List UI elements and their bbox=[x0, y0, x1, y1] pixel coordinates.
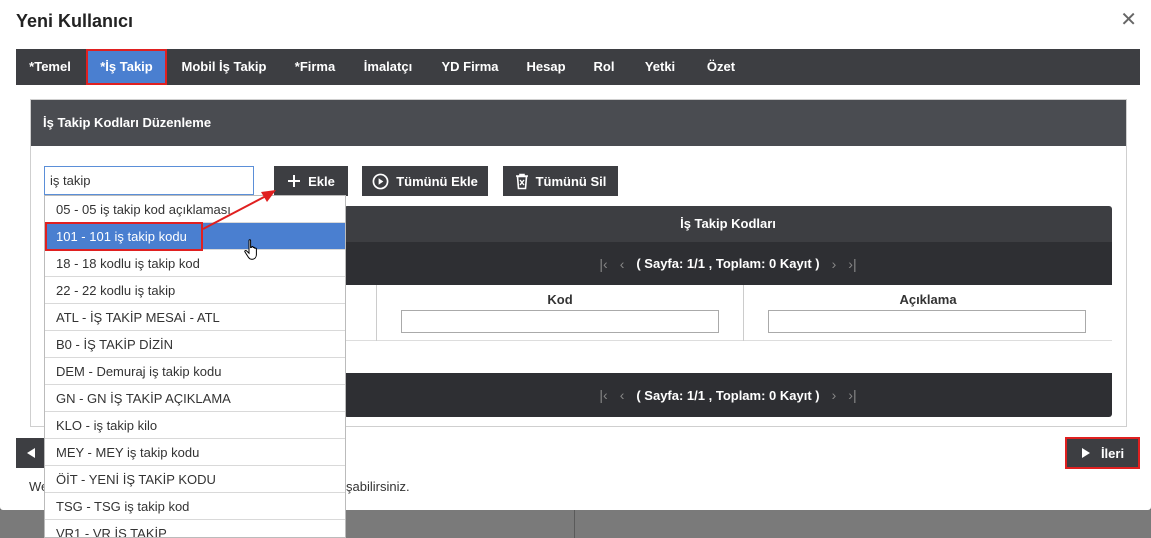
add-all-button-label: Tümünü Ekle bbox=[396, 173, 478, 189]
kod-filter-input[interactable] bbox=[401, 310, 719, 333]
remove-all-button[interactable]: Tümünü Sil bbox=[503, 166, 618, 196]
dialog-title: Yeni Kullanıcı bbox=[16, 11, 134, 31]
grid-title: İş Takip Kodları bbox=[344, 206, 1112, 242]
first-page-icon[interactable]: |‹ bbox=[599, 256, 607, 272]
tab-yd-firma[interactable]: YD Firma bbox=[430, 49, 510, 85]
tab-rol[interactable]: Rol bbox=[582, 49, 626, 85]
tab-yetki[interactable]: Yetki bbox=[634, 49, 686, 85]
dropdown-option[interactable]: KLO - iş takip kilo bbox=[45, 412, 345, 439]
dropdown-option[interactable]: 05 - 05 iş takip kod açıklaması bbox=[45, 196, 345, 223]
dropdown-option[interactable]: VR1 - VR İŞ TAKİP bbox=[45, 520, 345, 537]
panel-title: İş Takip Kodları Düzenleme bbox=[31, 100, 1126, 146]
add-all-button[interactable]: Tümünü Ekle bbox=[362, 166, 488, 196]
dropdown-option[interactable]: GN - GN İŞ TAKİP AÇIKLAMA bbox=[45, 385, 345, 412]
tab-firma[interactable]: *Firma bbox=[284, 49, 346, 85]
dropdown-option[interactable]: B0 - İŞ TAKİP DİZİN bbox=[45, 331, 345, 358]
column-kod-label: Kod bbox=[547, 292, 573, 307]
grid-header-row: Kod Açıklama bbox=[344, 285, 1112, 341]
dropdown-option[interactable]: 22 - 22 kodlu iş takip bbox=[45, 277, 345, 304]
first-page-icon[interactable]: |‹ bbox=[599, 387, 607, 403]
back-button[interactable] bbox=[16, 438, 46, 468]
trash-icon bbox=[515, 173, 528, 189]
prev-page-icon[interactable]: ‹ bbox=[620, 387, 625, 403]
dropdown-option[interactable]: MEY - MEY iş takip kodu bbox=[45, 439, 345, 466]
dropdown-option[interactable]: ÖİT - YENİ İŞ TAKİP KODU bbox=[45, 466, 345, 493]
tab-mobil-is-takip[interactable]: Mobil İş Takip bbox=[172, 49, 276, 85]
hand-cursor-icon bbox=[244, 239, 257, 260]
dropdown-option[interactable]: 18 - 18 kodlu iş takip kod bbox=[45, 250, 345, 277]
play-circle-icon bbox=[372, 173, 389, 189]
tab-bar: *Temel *İş Takip Mobil İş Takip *Firma İ… bbox=[16, 49, 1140, 85]
next-page-icon[interactable]: › bbox=[832, 256, 837, 272]
next-button-label: İleri bbox=[1100, 445, 1125, 461]
tab-is-takip[interactable]: *İş Takip bbox=[86, 49, 167, 85]
pager-top: |‹ ‹ ( Sayfa: 1/1 , Toplam: 0 Kayıt ) › … bbox=[344, 242, 1112, 285]
dropdown-option[interactable]: ATL - İŞ TAKİP MESAİ - ATL bbox=[45, 304, 345, 331]
back-triangle-icon bbox=[27, 448, 35, 458]
play-icon bbox=[1081, 448, 1090, 458]
code-search-input[interactable] bbox=[44, 166, 254, 195]
close-icon[interactable]: ✕ bbox=[1120, 10, 1137, 30]
tab-imalatci[interactable]: İmalatçı bbox=[354, 49, 422, 85]
add-button[interactable]: Ekle bbox=[274, 166, 348, 196]
last-page-icon[interactable]: ›| bbox=[848, 256, 856, 272]
footer-text-end: şabilirsiniz. bbox=[346, 479, 410, 494]
pager-status: ( Sayfa: 1/1 , Toplam: 0 Kayıt ) bbox=[636, 256, 820, 271]
prev-page-icon[interactable]: ‹ bbox=[620, 256, 625, 272]
last-page-icon[interactable]: ›| bbox=[848, 387, 856, 403]
column-aciklama: Açıklama bbox=[743, 285, 1112, 341]
tab-temel[interactable]: *Temel bbox=[16, 49, 84, 85]
codes-grid: İş Takip Kodları |‹ ‹ ( Sayfa: 1/1 , Top… bbox=[344, 206, 1112, 417]
aciklama-filter-input[interactable] bbox=[768, 310, 1086, 333]
pager-bottom: |‹ ‹ ( Sayfa: 1/1 , Toplam: 0 Kayıt ) › … bbox=[344, 373, 1112, 417]
tab-ozet[interactable]: Özet bbox=[694, 49, 748, 85]
remove-all-button-label: Tümünü Sil bbox=[535, 173, 607, 189]
add-button-label: Ekle bbox=[308, 173, 335, 189]
dropdown-option[interactable]: DEM - Demuraj iş takip kodu bbox=[45, 358, 345, 385]
column-kod: Kod bbox=[376, 285, 743, 341]
next-button[interactable]: İleri bbox=[1065, 437, 1140, 469]
next-page-icon[interactable]: › bbox=[832, 387, 837, 403]
pager-status: ( Sayfa: 1/1 , Toplam: 0 Kayıt ) bbox=[636, 387, 820, 403]
dropdown-option[interactable]: TSG - TSG iş takip kod bbox=[45, 493, 345, 520]
plus-icon bbox=[288, 175, 301, 187]
tab-hesap[interactable]: Hesap bbox=[518, 49, 574, 85]
dropdown-option-selected[interactable]: 101 - 101 iş takip kodu bbox=[45, 223, 345, 250]
autocomplete-dropdown: 05 - 05 iş takip kod açıklaması 101 - 10… bbox=[44, 195, 346, 538]
column-aciklama-label: Açıklama bbox=[899, 292, 957, 307]
